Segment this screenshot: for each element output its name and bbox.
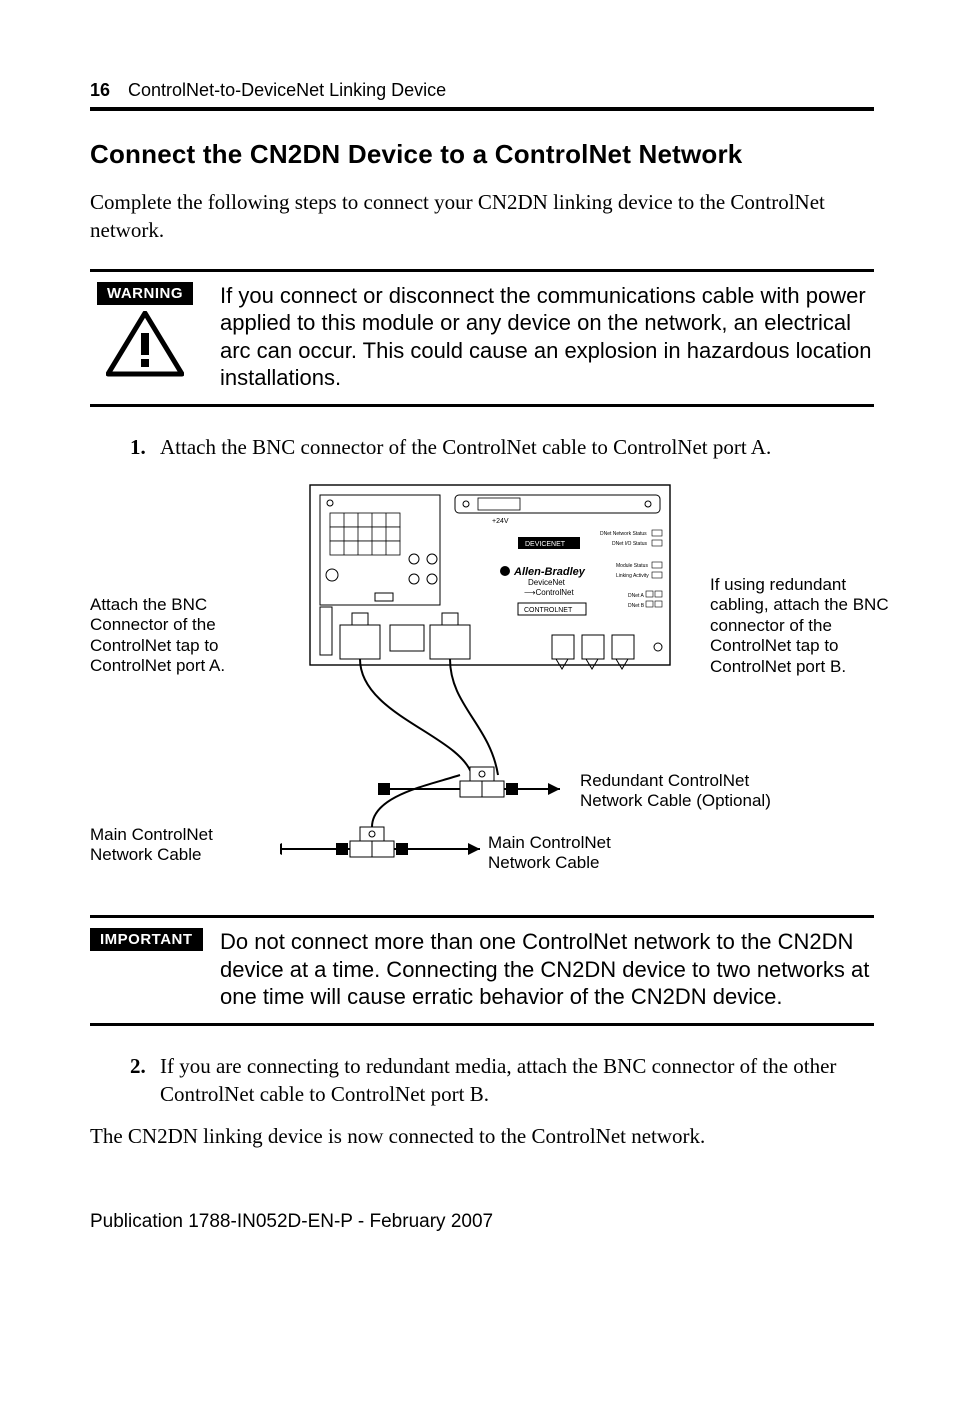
diagram-right-label: If using redundant cabling, attach the B…	[710, 575, 900, 677]
diagram-left-label: Attach the BNC Connector of the ControlN…	[90, 595, 265, 677]
svg-text:Module Status: Module Status	[616, 563, 648, 569]
diagram-redundant-label: Redundant ControlNet Network Cable (Opti…	[580, 771, 790, 812]
devicenet-text: DeviceNet	[528, 578, 566, 587]
page-number: 16	[90, 80, 110, 101]
svg-text:DNet A: DNet A	[628, 593, 645, 599]
publication-footer: Publication 1788-IN052D-EN-P - February …	[90, 1211, 874, 1233]
wiring-diagram: +24V DEVICENET Allen-Bradley DeviceNet ⟶…	[90, 475, 874, 905]
svg-text:DNet Network Status: DNet Network Status	[600, 531, 647, 537]
step-2-text: If you are connecting to redundant media…	[160, 1052, 874, 1109]
running-header: 16 ControlNet-to-DeviceNet Linking Devic…	[90, 80, 874, 101]
step-2: 2. If you are connecting to redundant me…	[130, 1052, 874, 1109]
step-2-number: 2.	[130, 1052, 160, 1109]
plus24v-label: +24V	[492, 518, 509, 525]
warning-tag: WARNING	[97, 282, 193, 305]
step-1: 1. Attach the BNC connector of the Contr…	[130, 433, 874, 461]
controlnet-box: CONTROLNET	[524, 607, 573, 614]
closing-paragraph: The CN2DN linking device is now connecte…	[90, 1122, 874, 1150]
devicenet-box: DEVICENET	[525, 541, 566, 548]
running-title: ControlNet-to-DeviceNet Linking Device	[128, 80, 446, 101]
svg-text:Linking Activity: Linking Activity	[616, 573, 649, 579]
diagram-main-right-label: Main ControlNet Network Cable	[488, 833, 648, 874]
step-1-text: Attach the BNC connector of the ControlN…	[160, 433, 771, 461]
warning-callout: WARNING If you connect or disconnect the…	[90, 269, 874, 407]
header-rule	[90, 107, 874, 111]
important-text: Do not connect more than one ControlNet …	[220, 928, 874, 1011]
warning-triangle-icon	[106, 311, 184, 377]
brand-text: Allen-Bradley	[513, 566, 586, 578]
step-1-number: 1.	[130, 433, 160, 461]
important-tag: IMPORTANT	[90, 928, 203, 951]
warning-text: If you connect or disconnect the communi…	[220, 282, 874, 392]
controlnet-text: ⟶ControlNet	[524, 588, 574, 597]
diagram-main-left-label: Main ControlNet Network Cable	[90, 825, 265, 866]
section-title: Connect the CN2DN Device to a ControlNet…	[90, 139, 874, 170]
svg-text:DNet I/O Status: DNet I/O Status	[612, 541, 648, 547]
svg-text:DNet B: DNet B	[628, 603, 645, 609]
important-callout: IMPORTANT Do not connect more than one C…	[90, 915, 874, 1026]
intro-paragraph: Complete the following steps to connect …	[90, 188, 874, 245]
